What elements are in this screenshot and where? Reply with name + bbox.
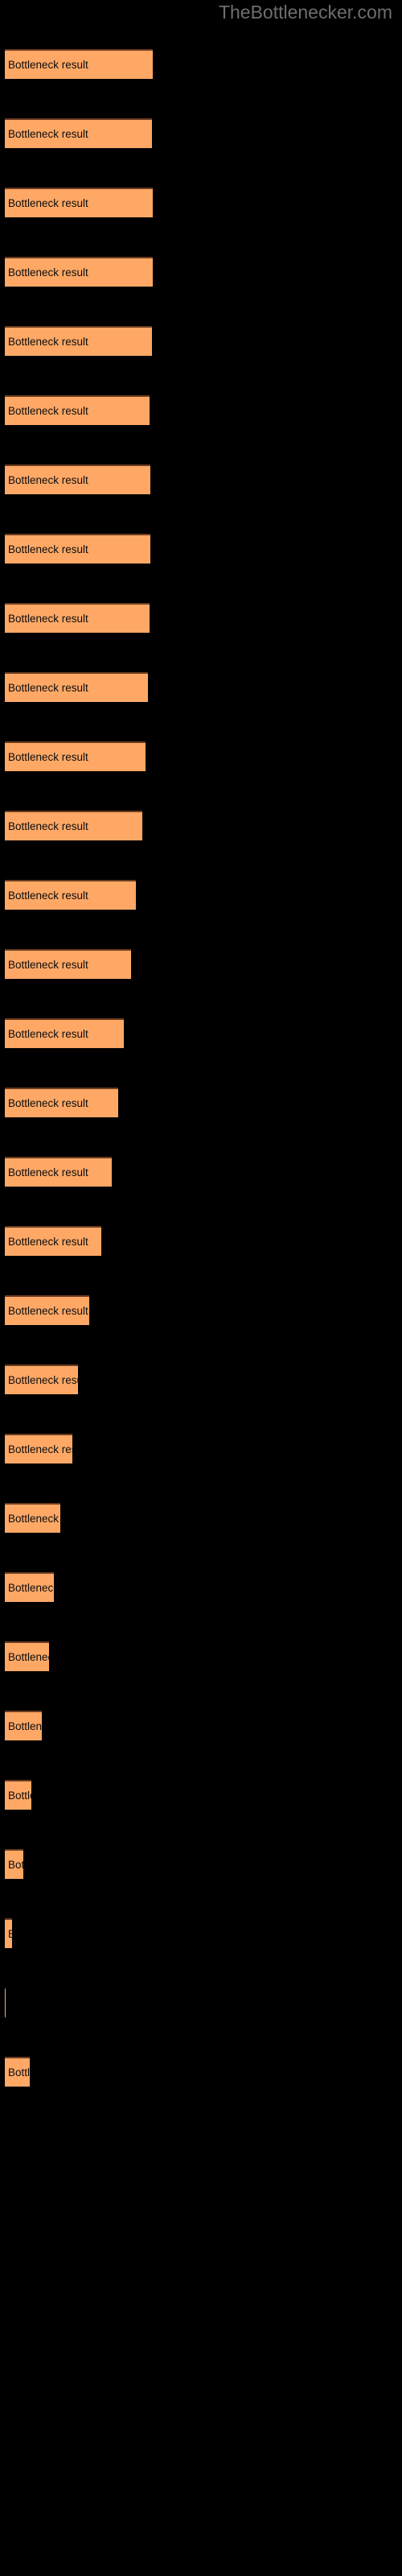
bar[interactable]: Bottleneck result [5,811,142,840]
bar-label: Bottleneck result [8,266,88,279]
bar-label: Bottleneck result [8,196,88,209]
bar-row: Bottleneck result [0,534,402,564]
bar-row: Bottleneck result [0,1711,402,1740]
bar[interactable]: Bottleneck result [5,741,146,771]
bar-label: Bottleneck result [8,335,88,348]
bar-label: Bottleneck result [8,1581,54,1594]
bar[interactable]: Bottleneck result [5,603,150,633]
bar[interactable]: Bottleneck result [5,1226,101,1256]
bar-label: Bottleneck result [8,1373,78,1386]
bar-row: Bottleneck result [0,741,402,771]
bar-label: Bottleneck result [8,1443,72,1455]
bar-row: Bottleneck result [0,1503,402,1533]
bar-row: Bottleneck result [0,1988,402,2017]
bar[interactable]: Bottleneck result [5,188,153,217]
bar[interactable]: Bottleneck result [5,1018,124,1048]
bar-label: Bottleneck result [8,819,88,832]
bar-row: Bottleneck result [0,603,402,633]
bar[interactable]: Bottleneck result [5,672,148,702]
bar[interactable]: Bottleneck result [5,1780,31,1810]
bar-label: Bottleneck result [8,1512,60,1525]
bar-row: Bottleneck result [0,1295,402,1325]
bottleneck-bar-chart: TheBottlenecker.com Bottleneck result Bot… [0,0,402,2576]
bar-label: Bottleneck result [8,543,88,555]
bar-row: Bottleneck result [0,1849,402,1879]
bar-label: Bottleneck result [8,1789,31,1802]
bar-label: Bottleneck result [8,1719,42,1732]
bar-label: Bottleneck result [8,1096,88,1109]
bar[interactable]: Bottleneck result [5,326,152,356]
bar-label: Bottleneck result [8,1027,88,1040]
bar-row: Bottleneck result [0,257,402,287]
bar-row: Bottleneck result [0,1018,402,1048]
bar[interactable]: Bottleneck result [5,1364,78,1394]
bar-row: Bottleneck result [0,880,402,910]
bar[interactable]: Bottleneck result [5,1434,72,1463]
bar-label: Bottleneck result [8,889,88,902]
bar-label: Bottleneck result [8,1858,23,1871]
bar[interactable]: Bottleneck result [5,1572,54,1602]
bar[interactable]: Bottleneck result [5,880,136,910]
bar[interactable]: Bottleneck result [5,1157,112,1187]
bar-series-container: Bottleneck result Bottleneck result Bottle… [0,0,402,2576]
bar-label: Bottleneck result [8,2066,30,2079]
bar-row: Bottleneck result [0,949,402,979]
bar-label: Bottleneck result [8,58,88,71]
bar[interactable]: Bottleneck result [5,1503,60,1533]
bar-row: Bottleneck result [0,672,402,702]
bar-label: Bottleneck result [8,1235,88,1248]
bar[interactable]: Bottleneck result [5,1641,49,1671]
bar-label: Bottleneck result [8,1304,88,1317]
bar-row: Bottleneck result [0,188,402,217]
bar-label: Bottleneck result [8,958,88,971]
bar[interactable]: Bottleneck result [5,534,150,564]
bar-label: Bottleneck result [8,1166,88,1179]
bar-row: Bottleneck result [0,1364,402,1394]
bar-row: Bottleneck result [0,1088,402,1117]
bar[interactable]: Bottleneck result [5,1711,42,1740]
bar-label: Bottleneck result [8,681,88,694]
bar-row: Bottleneck result [0,1780,402,1810]
bar-row: Bottleneck result [0,1918,402,1948]
bar-label: Bottleneck result [8,473,88,486]
bar[interactable]: Bottleneck result [5,464,150,494]
bar-row: Bottleneck result [0,1572,402,1602]
bar-row: Bottleneck result [0,326,402,356]
bar-label: Bottleneck result [8,404,88,417]
bar[interactable]: Bottleneck result [5,949,131,979]
bar-row: Bottleneck result [0,464,402,494]
bar-row: Bottleneck result [0,118,402,148]
bar-label: Bottleneck result [8,127,88,140]
bar-row: Bottleneck result [0,811,402,840]
bar[interactable]: Bottleneck result [5,257,153,287]
bar-label: Bottleneck result [8,1928,12,1941]
bar-row: Bottleneck result [0,1641,402,1671]
bar[interactable]: Bottleneck result [5,1988,6,2017]
bar[interactable]: Bottleneck result [5,395,150,425]
bar[interactable]: Bottleneck result [5,1849,23,1879]
bar[interactable]: Bottleneck result [5,2057,30,2087]
bar-row: Bottleneck result [0,395,402,425]
bar[interactable]: Bottleneck result [5,1295,89,1325]
bar-row: Bottleneck result [0,1434,402,1463]
bar-row: Bottleneck result [0,1157,402,1187]
bar-row: Bottleneck result [0,1226,402,1256]
bar-row: Bottleneck result [0,2057,402,2087]
bar-label: Bottleneck result [8,612,88,625]
bar[interactable]: Bottleneck result [5,1918,12,1948]
bar[interactable]: Bottleneck result [5,118,152,148]
bar[interactable]: Bottleneck result [5,49,153,79]
bar-row: Bottleneck result [0,49,402,79]
bar[interactable]: Bottleneck result [5,1088,118,1117]
bar-label: Bottleneck result [8,750,88,763]
bar-label: Bottleneck result [8,1650,49,1663]
